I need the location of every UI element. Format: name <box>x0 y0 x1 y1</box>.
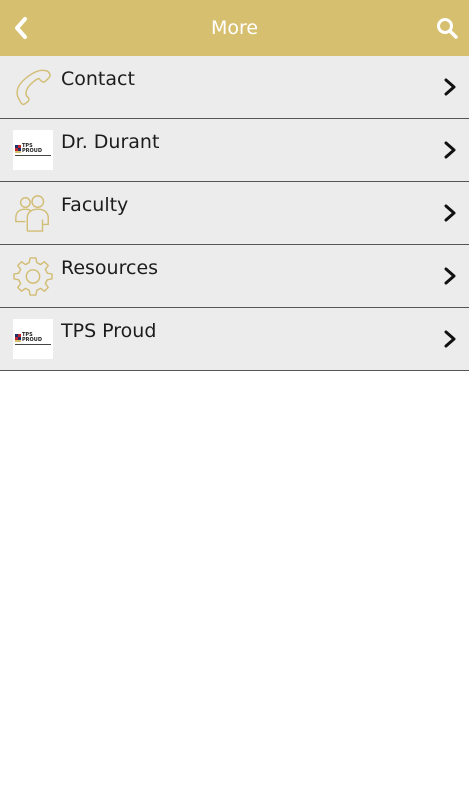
list-item-label: TPS Proud <box>61 320 157 342</box>
people-icon <box>13 193 53 233</box>
list-item-label: Resources <box>61 257 159 279</box>
list-item-label: Faculty <box>61 194 129 216</box>
list-item-dr-durant[interactable]: TPS PROUD Dr. Durant <box>0 119 469 182</box>
search-icon <box>437 18 458 39</box>
search-button[interactable] <box>431 12 463 44</box>
chevron-right-icon <box>444 267 456 285</box>
list-item-tps-proud[interactable]: TPS PROUD TPS Proud <box>0 308 469 371</box>
list-item-faculty[interactable]: Faculty <box>0 182 469 245</box>
top-app-bar: More <box>0 0 469 56</box>
more-menu-list: Contact TPS PROUD Dr. Durant Faculty Res… <box>0 56 469 371</box>
gear-icon <box>13 256 53 296</box>
page-title: More <box>210 17 259 39</box>
chevron-right-icon <box>444 141 456 159</box>
chevron-right-icon <box>444 204 456 222</box>
chevron-right-icon <box>444 330 456 348</box>
list-item-contact[interactable]: Contact <box>0 56 469 119</box>
list-item-label: Contact <box>61 68 135 90</box>
phone-icon <box>13 67 53 107</box>
chevron-right-icon <box>444 78 456 96</box>
tps-proud-logo: TPS PROUD <box>13 130 53 170</box>
list-item-label: Dr. Durant <box>61 131 160 153</box>
list-item-resources[interactable]: Resources <box>0 245 469 308</box>
tps-proud-logo: TPS PROUD <box>13 319 53 359</box>
